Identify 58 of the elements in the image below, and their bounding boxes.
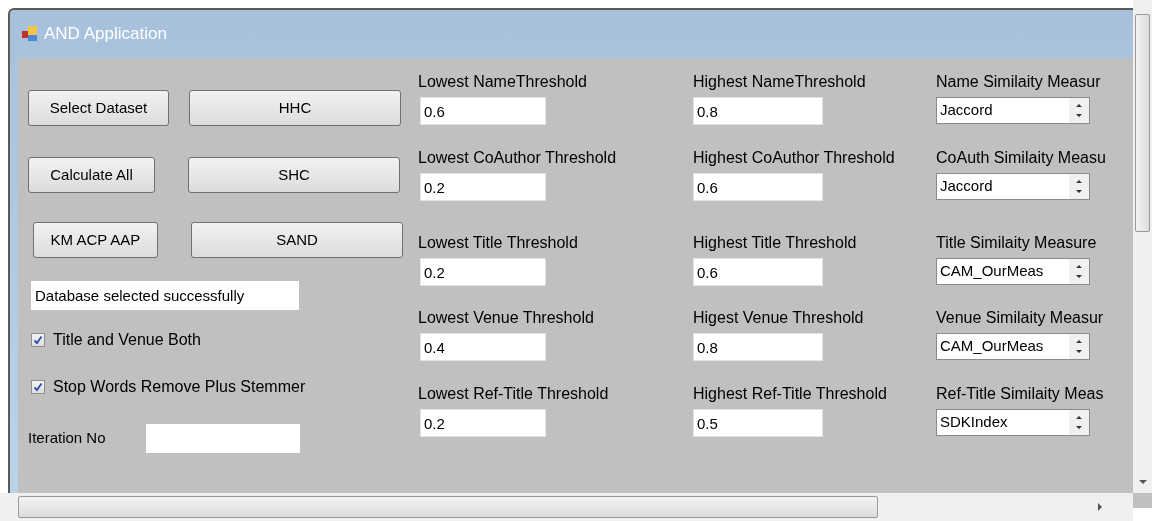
measure-label: Name Similaity Measur [936,72,1101,92]
right-arrow-icon[interactable] [1097,502,1103,512]
measure-label: Venue Similaity Measur [936,308,1104,328]
high-threshold-field[interactable]: 0.8 [693,97,823,125]
measure-label: CoAuth Similaity Measu [936,148,1106,168]
horizontal-scrollbar[interactable] [0,493,1133,521]
high-threshold-field[interactable]: 0.8 [693,333,823,361]
down-arrow-icon[interactable] [1137,479,1148,485]
select-dataset-button[interactable]: Select Dataset [28,90,169,126]
checkbox[interactable] [31,380,45,394]
low-threshold-field[interactable]: 0.6 [420,97,546,125]
high-threshold-label: Highest CoAuthor Threshold [693,148,896,168]
up-down-arrows-icon[interactable] [1069,334,1089,359]
high-threshold-label: Highest Title Threshold [693,233,858,253]
shc-button[interactable]: SHC [188,157,400,193]
low-threshold-label: Lowest NameThreshold [418,72,588,92]
low-threshold-label: Lowest Venue Threshold [418,308,595,328]
up-down-arrows-icon[interactable] [1069,98,1089,123]
up-down-arrows-icon[interactable] [1069,174,1089,199]
high-threshold-label: Highest NameThreshold [693,72,867,92]
iteration-field[interactable] [146,424,300,453]
measure-spinner[interactable]: Jaccord [936,173,1090,200]
low-threshold-field[interactable]: 0.2 [420,409,546,437]
measure-spinner[interactable]: Jaccord [936,97,1090,124]
measure-spinner[interactable]: CAM_OurMeas [936,258,1090,285]
high-threshold-label: Highest Ref-Title Threshold [693,384,888,404]
low-threshold-label: Lowest Ref-Title Threshold [418,384,610,404]
scrollbar-thumb[interactable] [1135,14,1150,232]
calculate-all-button[interactable]: Calculate All [28,157,155,193]
hhc-button[interactable]: HHC [189,90,401,126]
high-threshold-field[interactable]: 0.6 [693,258,823,286]
up-down-arrows-icon[interactable] [1069,410,1089,435]
sand-button[interactable]: SAND [191,222,403,258]
low-threshold-field[interactable]: 0.2 [420,258,546,286]
measure-spinner[interactable]: SDKIndex [936,409,1090,436]
high-threshold-field[interactable]: 0.6 [693,173,823,201]
checkbox-label: Title and Venue Both [53,330,201,350]
iteration-label: Iteration No [28,428,107,449]
status-field[interactable]: Database selected successfully [31,281,299,310]
window-title: AND Application [44,23,167,46]
up-down-arrows-icon[interactable] [1069,259,1089,284]
low-threshold-label: Lowest CoAuthor Threshold [418,148,618,168]
checkbox-label: Stop Words Remove Plus Stemmer [53,377,306,397]
km-acp-aap-button[interactable]: KM ACP AAP [33,222,158,258]
check-icon [33,382,43,392]
low-threshold-field[interactable]: 0.2 [420,173,546,201]
high-threshold-field[interactable]: 0.5 [693,409,823,437]
high-threshold-label: Higest Venue Threshold [693,308,865,328]
measure-label: Title Similaity Measure [936,233,1097,253]
vertical-scrollbar[interactable] [1133,0,1152,493]
check-icon [33,335,43,345]
low-threshold-label: Lowest Title Threshold [418,233,579,253]
measure-label: Ref-Title Similaity Meas [936,384,1104,404]
measure-spinner[interactable]: CAM_OurMeas [936,333,1090,360]
app-icon [22,26,38,42]
scrollbar-thumb[interactable] [18,496,878,518]
checkbox[interactable] [31,333,45,347]
low-threshold-field[interactable]: 0.4 [420,333,546,361]
